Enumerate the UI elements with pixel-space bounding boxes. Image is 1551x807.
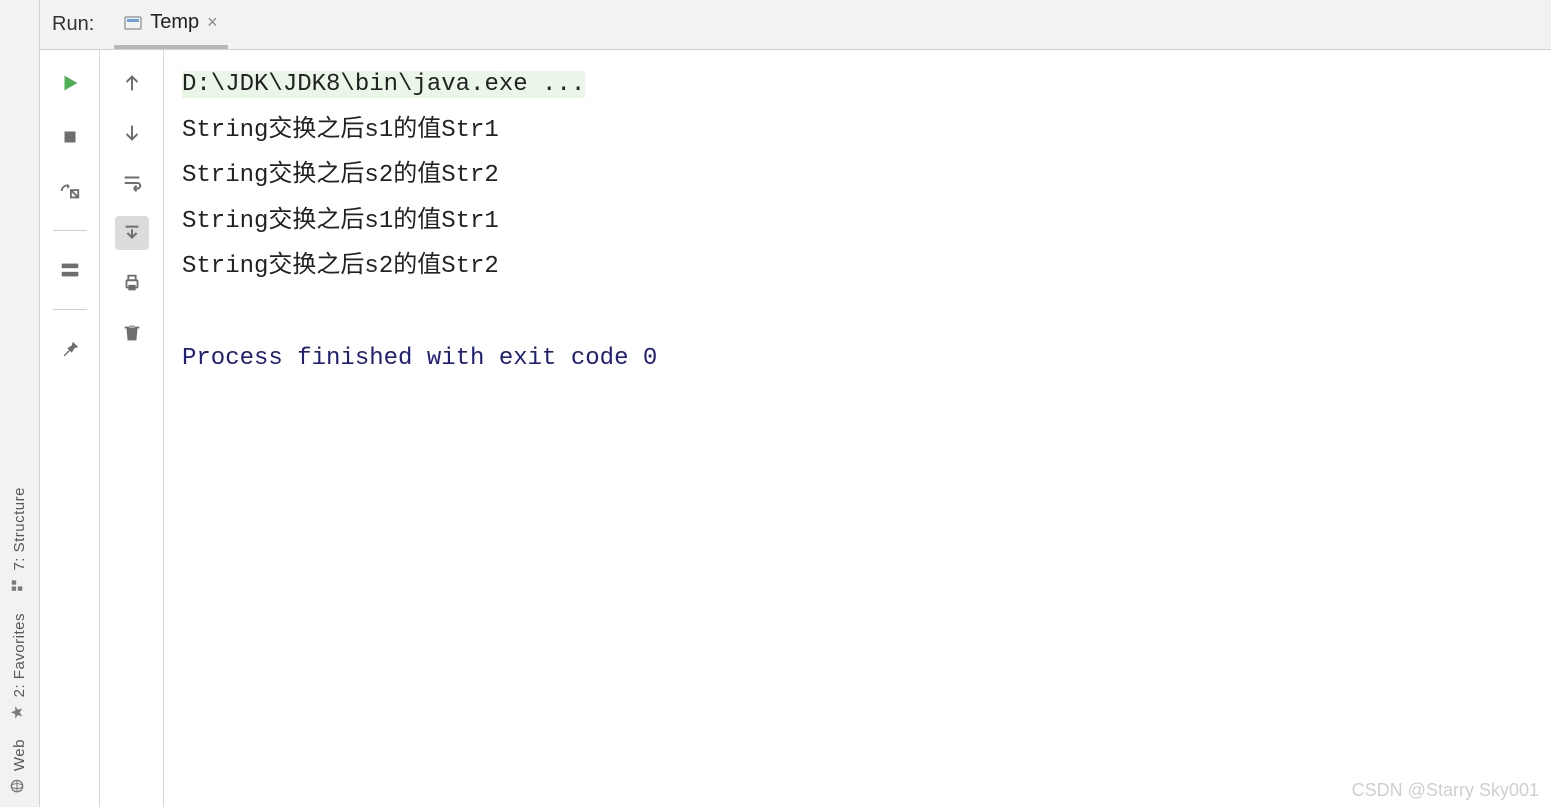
output-line: String交换之后s1的值Str1 bbox=[182, 117, 499, 144]
run-tool-header: Run: Temp × bbox=[40, 0, 1551, 50]
pin-button[interactable] bbox=[53, 332, 87, 366]
sidebar-tab-web[interactable]: Web bbox=[11, 739, 28, 795]
close-icon[interactable]: × bbox=[207, 12, 218, 33]
run-tab-temp[interactable]: Temp × bbox=[114, 0, 227, 49]
application-icon bbox=[124, 14, 142, 32]
stop-button[interactable] bbox=[53, 120, 87, 154]
output-line: String交换之后s2的值Str2 bbox=[182, 253, 499, 280]
console-action-gutter bbox=[100, 50, 164, 807]
scroll-up-button[interactable] bbox=[115, 66, 149, 100]
output-line: String交换之后s1的值Str1 bbox=[182, 208, 499, 235]
scroll-to-end-button[interactable] bbox=[115, 216, 149, 250]
favorites-label: 2: Favorites bbox=[11, 613, 28, 697]
separator bbox=[53, 230, 87, 231]
clear-all-button[interactable] bbox=[115, 316, 149, 350]
structure-icon bbox=[11, 579, 29, 593]
rerun-failed-button[interactable] bbox=[53, 174, 87, 208]
run-action-gutter bbox=[40, 50, 100, 807]
web-label: Web bbox=[11, 739, 28, 771]
soft-wrap-button[interactable] bbox=[115, 166, 149, 200]
left-tool-rail: 7: Structure 2: Favorites Web bbox=[0, 0, 40, 807]
console-output[interactable]: D:\JDK\JDK8\bin\java.exe ... String交换之后s… bbox=[164, 50, 1551, 807]
exit-line: Process finished with exit code 0 bbox=[182, 345, 657, 372]
sidebar-tab-favorites[interactable]: 2: Favorites bbox=[11, 613, 28, 721]
structure-label: 7: Structure bbox=[11, 487, 28, 571]
globe-icon bbox=[11, 779, 29, 793]
tab-title: Temp bbox=[150, 11, 199, 34]
scroll-down-button[interactable] bbox=[115, 116, 149, 150]
layout-button[interactable] bbox=[53, 253, 87, 287]
print-button[interactable] bbox=[115, 266, 149, 300]
run-button[interactable] bbox=[53, 66, 87, 100]
output-line: String交换之后s2的值Str2 bbox=[182, 162, 499, 189]
star-icon bbox=[11, 705, 29, 719]
separator bbox=[53, 309, 87, 310]
run-label: Run: bbox=[52, 13, 94, 36]
command-line: D:\JDK\JDK8\bin\java.exe ... bbox=[182, 71, 585, 98]
sidebar-tab-structure[interactable]: 7: Structure bbox=[11, 487, 28, 595]
